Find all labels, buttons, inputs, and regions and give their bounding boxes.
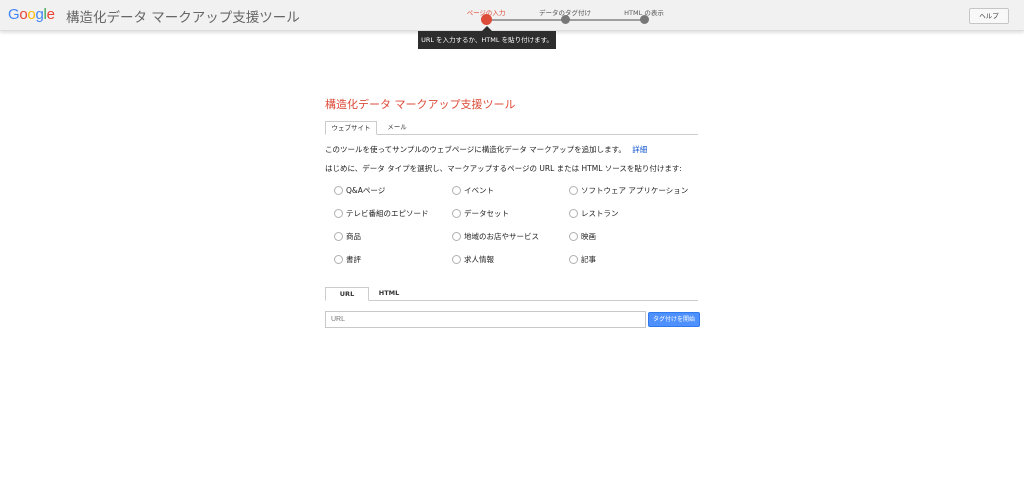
radio-label: 地域のお店やサービス [464,232,539,241]
tab-email[interactable]: メール [379,121,415,134]
step-dot-input-page [481,14,492,25]
details-link[interactable]: 詳細 [632,145,647,154]
url-input[interactable] [325,311,646,328]
radio-label: ソフトウェア アプリケーション [581,186,689,195]
input-tabs: URL HTML [325,287,698,301]
step-tooltip: URL を入力するか、HTML を貼り付けます。 [418,26,556,49]
start-tagging-button[interactable]: タグ付けを開始 [648,312,700,327]
radio-label: レストラン [581,209,619,218]
radio-button[interactable] [334,232,343,241]
radio-button[interactable] [452,255,461,264]
logo-letter: o [19,6,28,23]
radio-button[interactable] [452,186,461,195]
radio-button[interactable] [452,209,461,218]
logo-letter: G [8,6,20,23]
instruction-text: はじめに、データ タイプを選択し、マークアップするページの URL または HT… [325,164,682,173]
tab-website[interactable]: ウェブサイト [325,121,377,135]
radio-label: データセット [464,209,509,218]
radio-button[interactable] [334,209,343,218]
logo-letter: o [27,6,36,23]
radio-button[interactable] [334,255,343,264]
radio-label: 商品 [346,232,361,241]
google-logo: Google [8,6,55,23]
description-text: このツールを使ってサンプルのウェブページに構造化データ マークアップを追加します… [325,145,626,154]
logo-letter: e [46,6,55,23]
help-button[interactable]: ヘルプ [969,8,1009,24]
step-dot-view-html [640,15,649,24]
app-title: 構造化データ マークアップ支援ツール [66,10,300,26]
radio-label: イベント [464,186,494,195]
radio-label: 求人情報 [464,255,494,264]
logo-letter: g [35,6,44,23]
radio-button[interactable] [452,232,461,241]
radio-button[interactable] [569,232,578,241]
page-title: 構造化データ マークアップ支援ツール [325,98,516,111]
radio-button[interactable] [569,209,578,218]
tab-url[interactable]: URL [325,287,369,301]
radio-button[interactable] [569,186,578,195]
radio-button[interactable] [569,255,578,264]
step-dot-tag-data [561,15,570,24]
radio-button[interactable] [334,186,343,195]
radio-label: テレビ番組のエピソード [346,209,429,218]
radio-label: Q&Aページ [346,186,386,195]
description: このツールを使ってサンプルのウェブページに構造化データ マークアップを追加します… [325,144,647,155]
top-bar: Google 構造化データ マークアップ支援ツール ページの入力 データのタグ付… [0,0,1024,31]
radio-label: 映画 [581,232,596,241]
radio-label: 書評 [346,255,361,264]
radio-label: 記事 [581,255,596,264]
source-tabs: ウェブサイト メール [325,121,698,135]
tab-html[interactable]: HTML [369,287,409,300]
